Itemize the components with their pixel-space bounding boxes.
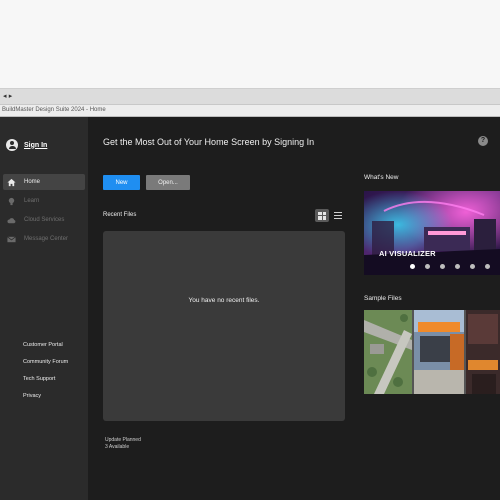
update-status[interactable]: Update Planned 3 Available [105, 437, 141, 451]
new-button[interactable]: New [103, 175, 140, 190]
sidebar: Sign In Home Learn Cloud Services Messag… [0, 117, 88, 500]
tab-scroll-arrows[interactable]: ◂ ▸ [3, 92, 12, 100]
whats-new-title: What's New [364, 174, 399, 181]
sidebar-item-label: Learn [24, 198, 40, 204]
window-title-bar: BuildMaster Design Suite 2024 - Home [0, 105, 500, 117]
customer-portal-link[interactable]: Customer Portal [23, 341, 68, 358]
update-status-line2: 3 Available [105, 444, 130, 450]
envelope-icon [7, 235, 16, 244]
carousel-dots [410, 264, 490, 269]
whats-new-caption: AI VISUALIZER [379, 249, 436, 258]
list-view-icon[interactable] [334, 212, 342, 219]
privacy-link[interactable]: Privacy [23, 392, 68, 409]
lightbulb-icon [7, 197, 16, 206]
sample-files-title: Sample Files [364, 295, 402, 302]
carousel-dot[interactable] [410, 264, 415, 269]
sidebar-item-home[interactable]: Home [3, 174, 85, 190]
sidebar-nav: Home Learn Cloud Services Message Center [3, 174, 85, 250]
sidebar-links: Customer Portal Community Forum Tech Sup… [23, 341, 68, 409]
whats-new-image [364, 191, 500, 275]
update-status-line1: Update Planned [105, 437, 141, 443]
sidebar-item-label: Message Center [24, 236, 69, 242]
home-icon [7, 178, 16, 187]
whats-new-banner[interactable]: AI VISUALIZER [364, 191, 500, 275]
sample-files-thumbnails[interactable] [364, 310, 500, 394]
sidebar-item-label: Cloud Services [24, 217, 65, 223]
empty-recent-message: You have no recent files. [188, 297, 260, 304]
blank-area [0, 0, 500, 88]
sign-in-link[interactable]: Sign In [6, 139, 47, 151]
grid-view-icon[interactable] [315, 209, 329, 222]
carousel-dot[interactable] [485, 264, 490, 269]
recent-files-title: Recent Files [103, 212, 137, 218]
user-icon [6, 139, 18, 151]
help-icon[interactable]: ? [478, 136, 488, 146]
window-title: BuildMaster Design Suite 2024 - Home [2, 107, 106, 113]
carousel-dot[interactable] [470, 264, 475, 269]
sidebar-item-learn[interactable]: Learn [3, 193, 85, 209]
recent-files-panel: You have no recent files. [103, 231, 345, 421]
carousel-dot[interactable] [440, 264, 445, 269]
carousel-dot[interactable] [425, 264, 430, 269]
sidebar-item-message-center[interactable]: Message Center [3, 231, 85, 247]
sign-in-label[interactable]: Sign In [24, 142, 47, 149]
sidebar-item-cloud-services[interactable]: Cloud Services [3, 212, 85, 228]
page-title: Get the Most Out of Your Home Screen by … [103, 137, 315, 147]
carousel-dot[interactable] [455, 264, 460, 269]
tech-support-link[interactable]: Tech Support [23, 375, 68, 392]
open-button[interactable]: Open... [146, 175, 190, 190]
main-content: Get the Most Out of Your Home Screen by … [88, 117, 500, 500]
tab-strip: ◂ ▸ [0, 88, 500, 105]
cloud-icon [7, 216, 16, 225]
sample-files-image [364, 310, 500, 394]
community-forum-link[interactable]: Community Forum [23, 358, 68, 375]
sidebar-item-label: Home [24, 179, 41, 185]
